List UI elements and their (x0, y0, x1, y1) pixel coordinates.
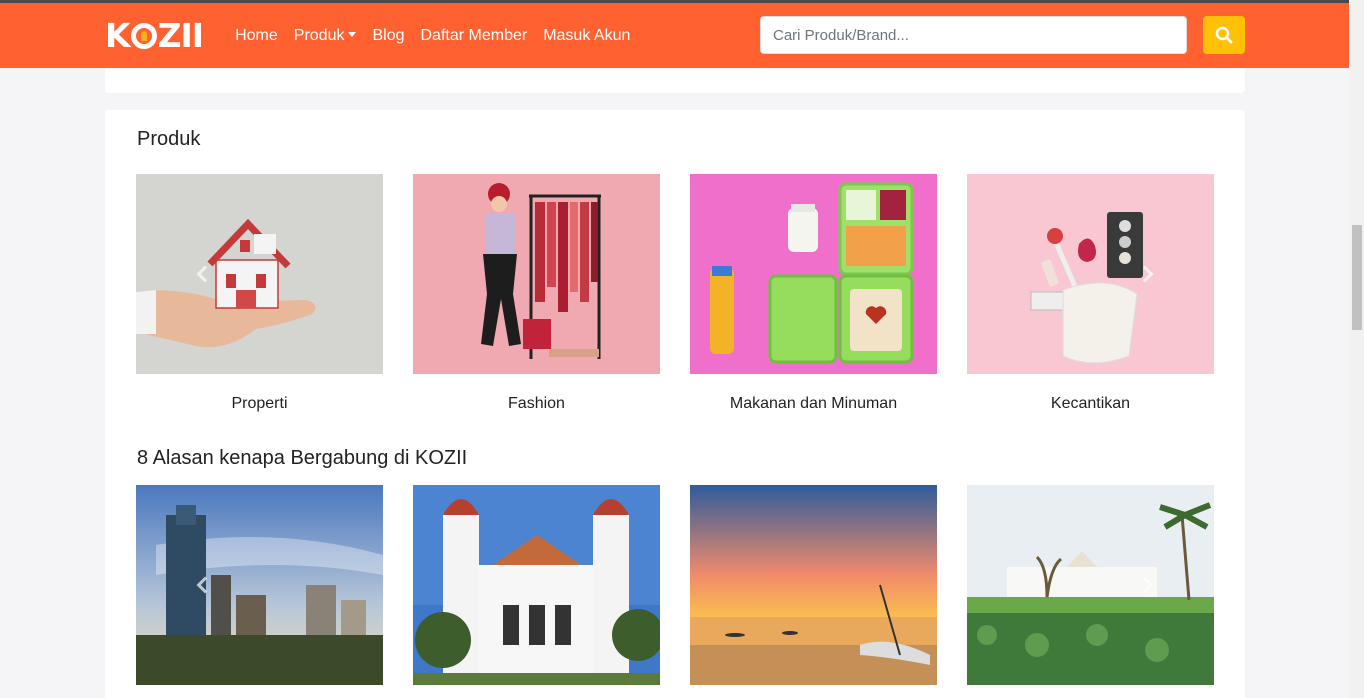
produk-grid: Properti Fashion Makanan dan Minuman Kec… (136, 174, 1214, 413)
brand-logo[interactable]: K ZII (105, 16, 204, 55)
nav-masuk-akun[interactable]: Masuk Akun (535, 27, 638, 45)
product-tile-kecantikan[interactable]: Kecantikan (967, 174, 1214, 413)
search-form (760, 16, 1245, 54)
alasan-tile[interactable] (136, 485, 383, 685)
alasan-tile[interactable] (967, 485, 1214, 685)
scrollbar-thumb[interactable] (1352, 225, 1362, 330)
search-icon (1215, 26, 1233, 44)
product-label[interactable]: Kecantikan (967, 395, 1214, 413)
produk-section-title: Produk (137, 128, 201, 150)
previous-card-bottom (105, 68, 1245, 93)
nav-home[interactable]: Home (227, 27, 286, 45)
fashion-image[interactable] (413, 174, 660, 374)
product-tile-fashion[interactable]: Fashion (413, 174, 660, 413)
navbar: K ZII Home Produk Blog Daftar Member Masu… (0, 0, 1349, 68)
content-card: Produk Properti Fashion Makanan dan Minu… (105, 110, 1245, 698)
nav-produk-dropdown[interactable]: Produk (286, 27, 365, 45)
page-scrollbar[interactable] (1349, 0, 1364, 698)
alasan-tile[interactable] (413, 485, 660, 685)
caret-down-icon (348, 31, 357, 37)
city-skyline-image[interactable] (136, 485, 383, 685)
makanan-image[interactable] (690, 174, 937, 374)
product-label[interactable]: Makanan dan Minuman (690, 395, 937, 413)
search-button[interactable] (1203, 16, 1245, 54)
product-label[interactable]: Properti (136, 395, 383, 413)
nav-daftar-member[interactable]: Daftar Member (413, 27, 536, 45)
search-input[interactable] (760, 16, 1187, 54)
product-tile-properti[interactable]: Properti (136, 174, 383, 413)
alasan-grid (136, 485, 1214, 685)
beach-sunset-image[interactable] (690, 485, 937, 685)
navbar-inner: K ZII Home Produk Blog Daftar Member Masu… (105, 3, 1245, 68)
alasan-tile[interactable] (690, 485, 937, 685)
properti-image[interactable] (136, 174, 383, 374)
nav-links: Home Produk Blog Daftar Member Masuk Aku… (227, 27, 638, 45)
product-label[interactable]: Fashion (413, 395, 660, 413)
nav-blog[interactable]: Blog (364, 27, 412, 45)
lawang-sewu-image[interactable] (413, 485, 660, 685)
palace-garden-image[interactable] (967, 485, 1214, 685)
product-tile-makanan[interactable]: Makanan dan Minuman (690, 174, 937, 413)
alasan-section-title: 8 Alasan kenapa Bergabung di KOZII (137, 447, 468, 469)
nav-produk-label: Produk (293, 26, 345, 44)
kecantikan-image[interactable] (967, 174, 1214, 374)
